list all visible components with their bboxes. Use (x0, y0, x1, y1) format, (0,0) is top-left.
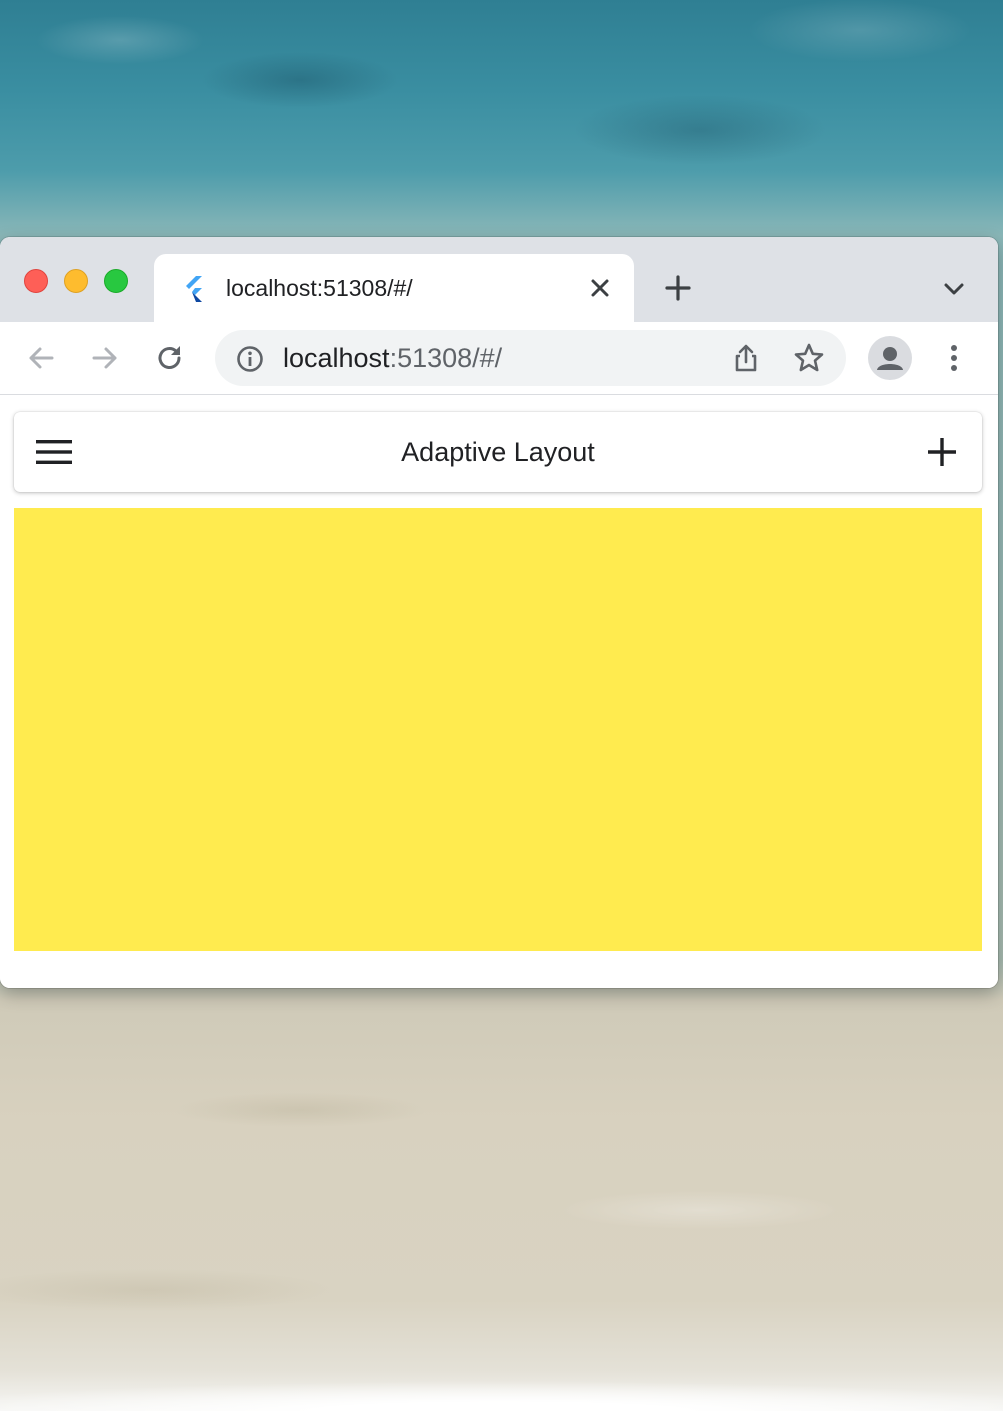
tab-strip: localhost:51308/#/ (0, 237, 998, 322)
address-bar[interactable]: localhost:51308/#/ (215, 330, 846, 386)
forward-arrow-icon[interactable] (89, 342, 121, 374)
wallpaper-sand (0, 990, 1003, 1411)
info-icon[interactable] (235, 344, 265, 374)
address-url[interactable]: localhost:51308/#/ (283, 340, 502, 376)
person-icon (877, 347, 903, 370)
browser-tab[interactable]: localhost:51308/#/ (154, 254, 634, 322)
tab-title: localhost:51308/#/ (226, 275, 413, 301)
content-panel (14, 508, 982, 951)
browser-window: localhost:51308/#/ localhost:51308/#/ Ad… (0, 237, 998, 988)
reload-icon[interactable] (154, 342, 186, 374)
app-bar: Adaptive Layout (14, 412, 982, 492)
flutter-logo-icon (186, 276, 202, 302)
window-minimize-button[interactable] (64, 269, 88, 293)
hamburger-menu-icon[interactable] (34, 436, 74, 468)
star-icon[interactable] (793, 342, 825, 374)
url-host: localhost (283, 343, 390, 373)
share-icon[interactable] (730, 342, 762, 374)
close-icon[interactable] (586, 274, 614, 302)
profile-avatar-icon[interactable] (868, 336, 912, 380)
wallpaper-surf (0, 1370, 1003, 1411)
window-close-button[interactable] (24, 269, 48, 293)
page-viewport: Adaptive Layout (0, 395, 998, 988)
page-title: Adaptive Layout (401, 437, 595, 467)
chevron-down-icon[interactable] (940, 275, 968, 303)
new-tab-plus-icon[interactable] (662, 272, 694, 304)
back-arrow-icon[interactable] (25, 342, 57, 374)
plus-icon[interactable] (924, 434, 960, 470)
more-menu-icon[interactable] (940, 342, 968, 374)
browser-toolbar: localhost:51308/#/ (0, 322, 998, 395)
url-path: :51308/#/ (389, 343, 503, 373)
window-zoom-button[interactable] (104, 269, 128, 293)
